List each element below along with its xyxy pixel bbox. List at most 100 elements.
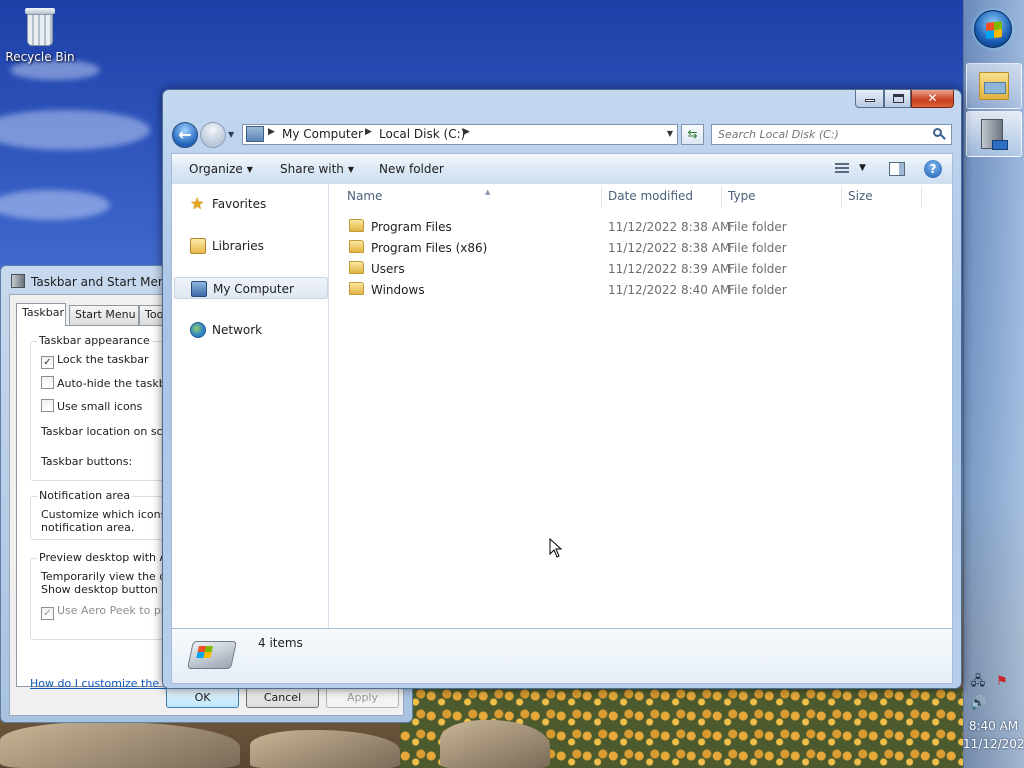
taskbar-properties-icon [981, 119, 1008, 150]
auto-hide-checkbox[interactable]: Auto-hide the taskbar [41, 376, 177, 390]
table-row[interactable]: Users 11/12/2022 8:39 AM File folder [341, 259, 941, 279]
close-button[interactable]: ✕ [911, 90, 954, 108]
tab-taskbar[interactable]: Taskbar [16, 303, 66, 326]
nav-item-favorites[interactable]: ★ Favorites [174, 193, 328, 215]
recycle-bin-desktop-icon[interactable]: Recycle Bin [4, 6, 76, 64]
maximize-icon [893, 94, 904, 103]
file-date: 11/12/2022 8:40 AM [608, 283, 731, 297]
start-button[interactable] [974, 10, 1012, 48]
column-divider[interactable] [841, 186, 842, 208]
chevron-right-icon[interactable]: ▶ [268, 127, 275, 137]
preview-pane-icon[interactable] [889, 162, 905, 176]
cloud [0, 110, 150, 150]
file-name: Program Files [371, 220, 452, 234]
column-header-name[interactable]: Name ▲ [347, 188, 490, 209]
search-icon[interactable] [933, 128, 946, 140]
tab-start-menu[interactable]: Start Menu [69, 305, 139, 325]
network-icon [190, 322, 206, 338]
checkbox-unchecked [41, 399, 54, 412]
checkbox-checked: ✓ [41, 356, 54, 369]
view-options-dropdown-icon[interactable]: ▼ [859, 163, 866, 173]
file-type: File folder [728, 241, 787, 255]
folder-icon [349, 261, 364, 274]
volume-tray-icon[interactable]: 🔊 [970, 696, 986, 712]
file-date: 11/12/2022 8:38 AM [608, 220, 731, 234]
close-icon: ✕ [927, 91, 938, 105]
search-input[interactable] [718, 127, 918, 142]
column-divider[interactable] [601, 186, 602, 208]
clock-date[interactable]: 11/12/2022 [963, 737, 1024, 751]
explorer-window: ✕ ← → ▼ ▶ My Computer ▶ Local Disk (C:) … [162, 89, 962, 689]
minimize-icon [865, 99, 875, 102]
recycle-bin-label: Recycle Bin [5, 50, 75, 64]
table-row[interactable]: Program Files 11/12/2022 8:38 AM File fo… [341, 217, 941, 237]
column-header-type[interactable]: Type [728, 189, 756, 209]
chevron-down-icon: ▼ [347, 165, 355, 174]
action-center-tray-icon[interactable]: ⚑ [994, 674, 1010, 690]
nav-item-network[interactable]: Network [174, 319, 328, 341]
star-icon: ★ [190, 194, 205, 213]
network-tray-icon[interactable]: 🖧 [970, 674, 986, 690]
minimize-button[interactable] [855, 90, 884, 108]
new-folder-button[interactable]: New folder [379, 162, 444, 176]
column-divider[interactable] [721, 186, 722, 208]
column-header-size[interactable]: Size [848, 189, 873, 209]
address-bar[interactable]: ▶ My Computer ▶ Local Disk (C:) ▶ ▼ [242, 124, 678, 145]
refresh-button[interactable]: ⇆ [681, 124, 704, 145]
column-label: Name [347, 189, 383, 203]
forward-button[interactable]: → [200, 122, 226, 148]
table-row[interactable]: Program Files (x86) 11/12/2022 8:38 AM F… [341, 238, 941, 258]
file-name: Windows [371, 283, 425, 297]
change-view-icon[interactable] [835, 163, 849, 175]
checkbox-label: Lock the taskbar [57, 353, 149, 366]
group-label: Notification area [37, 489, 133, 502]
maximize-button[interactable] [884, 90, 911, 108]
chevron-right-icon[interactable]: ▶ [463, 127, 470, 137]
rock [250, 730, 400, 768]
caption-buttons: ✕ [855, 90, 955, 110]
search-box[interactable] [711, 124, 952, 145]
taskbar-properties-title-icon [11, 274, 25, 288]
recent-pages-dropdown[interactable]: ▼ [228, 130, 238, 140]
nav-item-label: Favorites [212, 197, 267, 211]
chevron-down-icon: ▼ [228, 130, 235, 139]
cancel-button[interactable]: Cancel [246, 687, 319, 708]
back-button[interactable]: ← [172, 122, 198, 148]
nav-item-my-computer[interactable]: My Computer [174, 277, 328, 299]
table-row[interactable]: Windows 11/12/2022 8:40 AM File folder [341, 280, 941, 300]
file-name: Users [371, 262, 405, 276]
checkbox-label: Auto-hide the taskbar [57, 377, 177, 390]
help-icon[interactable]: ? [924, 160, 942, 178]
clock-time[interactable]: 8:40 AM [963, 719, 1024, 733]
nav-item-label: My Computer [213, 282, 294, 296]
file-name: Program Files (x86) [371, 241, 488, 255]
arrow-cursor-icon [549, 538, 563, 558]
breadcrumb-my-computer[interactable]: My Computer [282, 127, 363, 141]
details-pane: 4 items [171, 628, 953, 684]
computer-icon [246, 126, 264, 142]
navigation-pane: ★ Favorites Libraries My Computer Networ… [171, 184, 329, 628]
address-history-dropdown-icon[interactable]: ▼ [667, 129, 673, 138]
ok-button[interactable]: OK [166, 687, 239, 708]
lock-taskbar-checkbox[interactable]: ✓ Lock the taskbar [41, 353, 149, 369]
chevron-right-icon[interactable]: ▶ [365, 127, 372, 137]
column-divider[interactable] [921, 186, 922, 208]
chevron-down-icon: ▼ [246, 165, 253, 174]
libraries-icon [190, 238, 206, 254]
nav-item-libraries[interactable]: Libraries [174, 235, 328, 257]
apply-button[interactable]: Apply [326, 687, 399, 708]
taskbar-button-taskbar-properties[interactable] [966, 111, 1022, 157]
breadcrumb-local-disk[interactable]: Local Disk (C:) [379, 127, 465, 141]
small-icons-checkbox[interactable]: Use small icons [41, 399, 142, 413]
file-type: File folder [728, 262, 787, 276]
taskbar-buttons-label: Taskbar buttons: [41, 455, 133, 468]
file-date: 11/12/2022 8:39 AM [608, 262, 731, 276]
taskbar-button-windows-explorer[interactable] [966, 63, 1022, 109]
cloud [0, 190, 110, 220]
nav-item-label: Libraries [212, 239, 264, 253]
checkbox-checked: ✓ [41, 607, 54, 620]
column-header-date-modified[interactable]: Date modified [608, 189, 693, 209]
group-label: Taskbar appearance [37, 334, 152, 347]
share-with-menu[interactable]: Share with ▼ [280, 162, 354, 176]
organize-menu[interactable]: Organize ▼ [189, 162, 253, 176]
